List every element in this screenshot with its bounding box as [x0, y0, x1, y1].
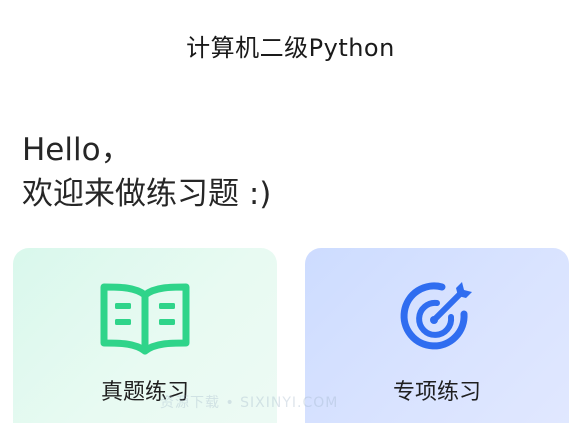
header-bar: 计算机二级Python: [0, 0, 581, 86]
real-exam-practice-label: 真题练习: [100, 380, 189, 405]
greeting-block: Hello， 欢迎来做练习题 :): [22, 128, 271, 216]
topic-practice-label: 专项练习: [392, 380, 481, 405]
real-exam-practice-card[interactable]: 真题练习: [13, 248, 277, 423]
book-icon: [99, 278, 191, 358]
greeting-line-welcome: 欢迎来做练习题 :): [22, 176, 272, 212]
app-screen: 计算机二级Python Hello， 欢迎来做练习题 :) 真题练习 专项练习 …: [0, 0, 581, 423]
page-title: 计算机二级Python: [186, 33, 395, 62]
target-icon: [391, 278, 483, 358]
topic-practice-card[interactable]: 专项练习: [305, 248, 569, 423]
greeting-line-hello: Hello，: [22, 132, 132, 168]
